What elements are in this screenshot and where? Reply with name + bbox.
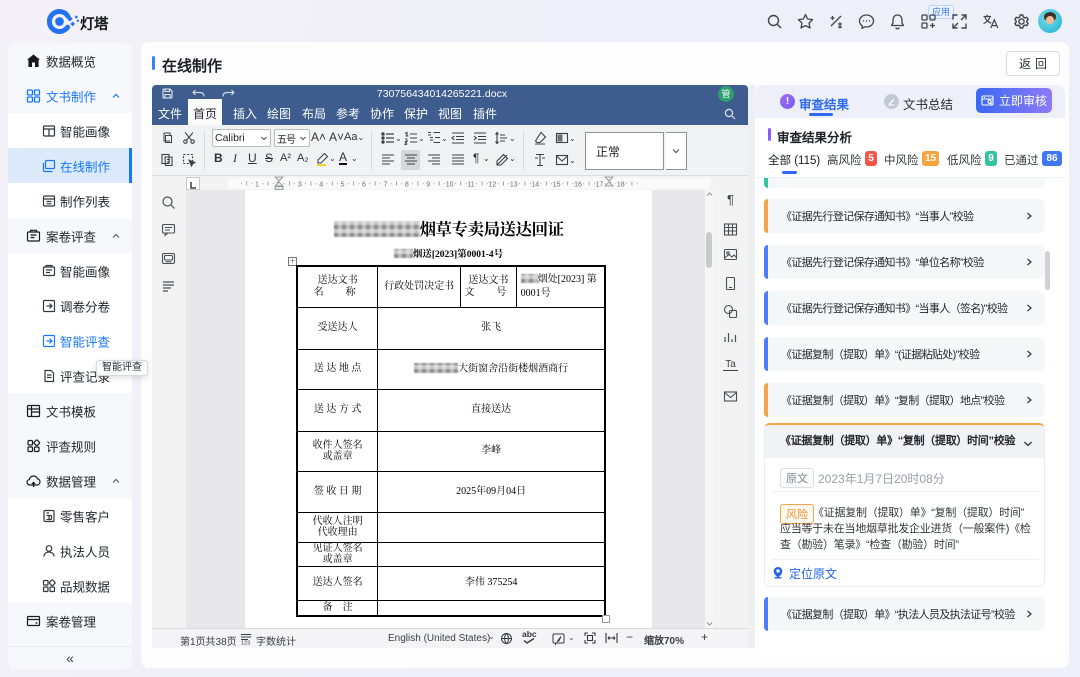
svg-text:123: 123 bbox=[241, 641, 250, 646]
svg-text:12: 12 bbox=[489, 182, 497, 189]
svg-text:5: 5 bbox=[341, 182, 345, 189]
svg-text:9: 9 bbox=[426, 182, 430, 189]
svg-text:15: 15 bbox=[553, 182, 561, 189]
svg-text:4: 4 bbox=[319, 182, 323, 189]
svg-text:6: 6 bbox=[362, 182, 366, 189]
svg-text:18: 18 bbox=[617, 182, 625, 189]
svg-text:16: 16 bbox=[574, 182, 582, 189]
svg-text:10: 10 bbox=[446, 182, 454, 189]
svg-text:8: 8 bbox=[405, 182, 409, 189]
svg-text:7: 7 bbox=[383, 182, 387, 189]
svg-text:11: 11 bbox=[467, 182, 474, 189]
svg-text:3: 3 bbox=[298, 182, 302, 189]
svg-text:14: 14 bbox=[531, 182, 539, 189]
svg-text:1: 1 bbox=[255, 182, 259, 189]
svg-text:13: 13 bbox=[510, 182, 518, 189]
svg-text:17: 17 bbox=[596, 182, 604, 189]
